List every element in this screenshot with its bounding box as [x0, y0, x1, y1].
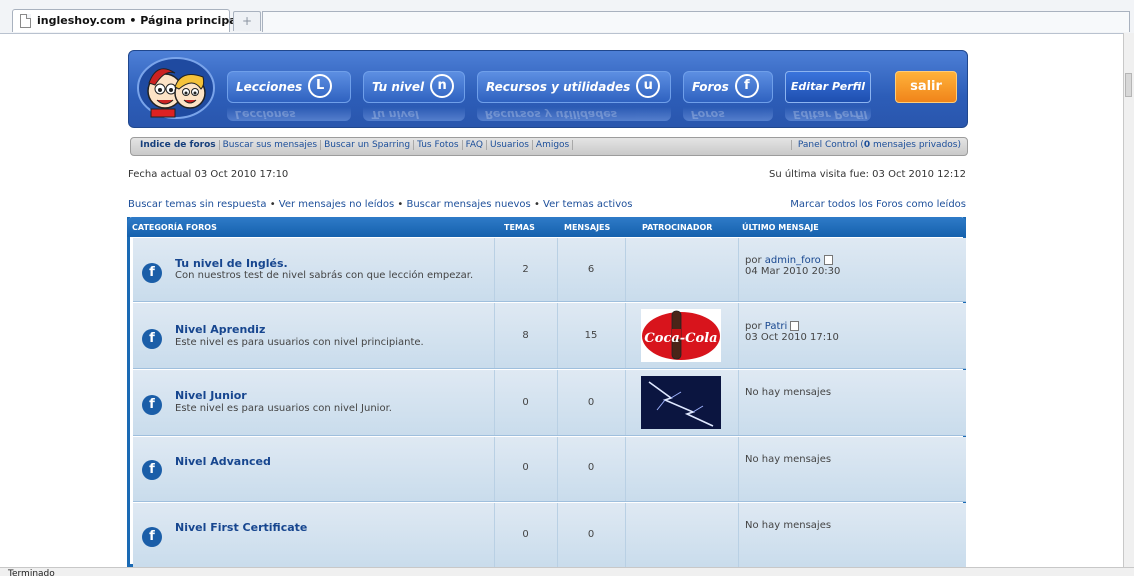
forum-name[interactable]: Tu nivel de Inglés.: [175, 257, 288, 270]
forum-f-icon: f: [142, 263, 162, 283]
goto-post-icon[interactable]: [790, 321, 800, 331]
post-count: 0: [587, 462, 595, 473]
forum-row[interactable]: f Nivel First Certificate 0 0 No hay men…: [133, 503, 966, 567]
svg-text:Coca-Cola: Coca-Cola: [644, 331, 717, 346]
forum-table: f Tu nivel de Inglés. Con nuestros test …: [127, 217, 966, 567]
forum-f-icon: f: [142, 329, 162, 349]
lecciones-reflection: Lecciones: [227, 107, 351, 121]
last-post-none: No hay mensajes: [745, 520, 832, 531]
browser-tab[interactable]: ingleshoy.com • Página principal: [12, 9, 240, 32]
header-posts: MENSAJES: [564, 223, 611, 232]
topic-count: 2: [522, 264, 529, 275]
forum-description: Con nuestros test de nivel sabrás con qu…: [175, 270, 474, 281]
nav-lecciones-button[interactable]: Lecciones L: [227, 71, 351, 103]
forum-f-icon: f: [142, 527, 162, 547]
logout-button[interactable]: salir: [895, 71, 957, 103]
last-post: por Patri 03 Oct 2010 17:10: [745, 321, 839, 343]
panel-control-post: mensajes privados): [870, 140, 961, 150]
forum-name[interactable]: Nivel Advanced: [175, 455, 271, 468]
new-tab-button[interactable]: +: [233, 11, 261, 31]
last-visit: Su última visita fue: 03 Oct 2010 12:12: [768, 169, 966, 180]
forum-table-header: CATEGORÍA FOROS TEMAS MENSAJES PATROCINA…: [127, 217, 966, 237]
lightning-sponsor-image[interactable]: [641, 376, 721, 429]
foros-circle-icon: f: [734, 73, 759, 98]
link-buscar-mensajes[interactable]: Buscar sus mensajes: [219, 140, 322, 150]
link-mensajes-no-leidos[interactable]: Ver mensajes no leídos: [279, 199, 394, 210]
last-post-date: 04 Mar 2010 20:30: [745, 266, 841, 277]
recursos-circle-icon: u: [636, 73, 661, 98]
site-header-banner: Lecciones L Tu nivel n Recursos y utilidad…: [128, 50, 968, 128]
link-amigos[interactable]: Amigos: [532, 140, 574, 150]
edit-profile-reflection: Editar Perfil: [785, 107, 871, 121]
forum-row[interactable]: f Nivel Junior Este nivel es para usuari…: [133, 370, 966, 436]
forum-name[interactable]: Nivel Junior: [175, 389, 247, 402]
last-post-none: No hay mensajes: [745, 454, 832, 465]
goto-post-icon[interactable]: [823, 255, 833, 265]
link-temas-activos[interactable]: Ver temas activos: [543, 199, 632, 210]
tu-nivel-circle-icon: n: [430, 73, 455, 98]
link-indice-foros[interactable]: Indice de foros: [137, 140, 220, 150]
document-icon: [20, 14, 31, 28]
nav-foros-button[interactable]: Foros f: [683, 71, 773, 103]
lecciones-circle-icon: L: [308, 73, 333, 98]
topic-count: 0: [522, 462, 529, 473]
link-temas-sin-respuesta[interactable]: Buscar temas sin respuesta: [128, 199, 267, 210]
panel-control-link[interactable]: Panel Control (0 mensajes privados): [790, 140, 961, 150]
topic-count: 0: [522, 397, 529, 408]
header-last-post: ÚLTIMO MENSAJE: [742, 223, 819, 232]
forum-row[interactable]: f Nivel Advanced 0 0 No hay mensajes: [133, 437, 966, 502]
header-sponsor: PATROCINADOR: [642, 223, 713, 232]
scrollbar-thumb[interactable]: [1125, 73, 1132, 97]
link-tus-fotos[interactable]: Tus Fotos: [414, 140, 463, 150]
forum-row[interactable]: f Tu nivel de Inglés. Con nuestros test …: [133, 238, 966, 302]
post-count: 0: [587, 529, 595, 540]
header-category: CATEGORÍA FOROS: [132, 223, 217, 232]
forum-links: Indice de foros Buscar sus mensajes Buscar…: [137, 140, 574, 150]
forum-description: Este nivel es para usuarios con nivel pr…: [175, 337, 424, 348]
forum-name[interactable]: Nivel Aprendiz: [175, 323, 265, 336]
link-faq[interactable]: FAQ: [462, 140, 487, 150]
forum-f-icon: f: [142, 395, 162, 415]
topic-count: 8: [522, 330, 529, 341]
status-bar: Terminado: [0, 567, 1134, 579]
nav-tu-nivel-button[interactable]: Tu nivel n: [363, 71, 465, 103]
forum-links-bar: Indice de foros Buscar sus mensajes Buscar…: [130, 137, 968, 156]
quick-links: Buscar temas sin respuesta • Ver mensaje…: [128, 199, 633, 210]
nav-label: Lecciones: [236, 80, 303, 94]
mark-all-read-link[interactable]: Marcar todos los Foros como leídos: [790, 199, 966, 210]
last-post-author[interactable]: Patri: [765, 321, 788, 332]
edit-profile-button[interactable]: Editar Perfil: [785, 71, 871, 103]
recursos-reflection: Recursos y utilidades: [477, 107, 671, 121]
post-count: 0: [587, 397, 595, 408]
topic-count: 0: [522, 529, 529, 540]
link-usuarios[interactable]: Usuarios: [487, 140, 533, 150]
forum-description: Este nivel es para usuarios con nivel Ju…: [175, 403, 392, 414]
nav-label: Foros: [692, 80, 729, 94]
coca-cola-sponsor-logo[interactable]: Coca-Cola: [641, 309, 721, 362]
foros-reflection: Foros: [683, 107, 773, 121]
tab-strip-empty: [262, 11, 1130, 32]
last-post: por admin_foro 04 Mar 2010 20:30: [745, 255, 841, 277]
page-scrollbar[interactable]: [1123, 33, 1134, 567]
post-count: 6: [587, 264, 595, 275]
forum-f-icon: f: [142, 460, 162, 480]
logo-icon[interactable]: [135, 55, 217, 121]
browser-tab-strip: ingleshoy.com • Página principal +: [0, 0, 1134, 34]
panel-control-pre: Panel Control (: [797, 140, 864, 150]
current-date: Fecha actual 03 Oct 2010 17:10: [128, 169, 289, 180]
nav-label: Recursos y utilidades: [486, 80, 631, 94]
tab-title: ingleshoy.com • Página principal: [37, 14, 241, 27]
tu-nivel-reflection: Tu nivel: [363, 107, 465, 121]
header-topics: TEMAS: [504, 223, 535, 232]
post-count: 15: [584, 330, 598, 341]
forum-name[interactable]: Nivel First Certificate: [175, 521, 307, 534]
last-post-author[interactable]: admin_foro: [765, 255, 821, 266]
nav-label: Tu nivel: [372, 80, 425, 94]
link-mensajes-nuevos[interactable]: Buscar mensajes nuevos: [406, 199, 530, 210]
last-post-none: No hay mensajes: [745, 387, 832, 398]
link-buscar-sparring[interactable]: Buscar un Sparring: [321, 140, 415, 150]
nav-recursos-button[interactable]: Recursos y utilidades u: [477, 71, 671, 103]
last-post-date: 03 Oct 2010 17:10: [745, 332, 839, 343]
forum-row[interactable]: f Nivel Aprendiz Este nivel es para usua…: [133, 303, 966, 369]
